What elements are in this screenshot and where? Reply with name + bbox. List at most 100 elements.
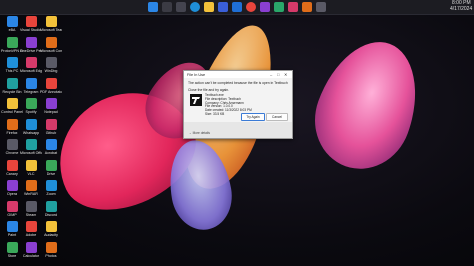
desktop-icon[interactable]: WinRAR: [20, 180, 42, 196]
desktop-icon-label: PDF Annotator: [40, 89, 62, 94]
desktop-icon[interactable]: Zoom: [40, 180, 62, 196]
desktop-icon[interactable]: Notepad: [40, 98, 62, 114]
app-icon: [25, 159, 37, 171]
app-icon[interactable]: [316, 2, 326, 12]
desktop-icon[interactable]: Microsoft Office: [20, 139, 42, 155]
desktop-icon[interactable]: Discord: [40, 200, 62, 217]
desktop-icon[interactable]: Steam: [20, 200, 42, 217]
desktop-icon-label: Microsoft Office: [20, 151, 42, 155]
app-icon[interactable]: [274, 2, 284, 12]
desktop-icon[interactable]: Github: [40, 118, 62, 135]
desktop-icon[interactable]: Whatsapp: [20, 118, 42, 135]
desktop-icon[interactable]: Telegram: [20, 77, 42, 94]
store-icon[interactable]: [218, 2, 228, 12]
app-icon: [45, 77, 57, 89]
desktop-icon[interactable]: Audacity: [40, 221, 62, 237]
desktop-icon-label: WinRAR: [24, 192, 38, 196]
dialog-footer: [184, 122, 292, 138]
app-icon: [45, 36, 57, 48]
app-icon: [45, 159, 57, 171]
chevron-down-icon: ⌄: [189, 131, 192, 135]
desktop-icon-label: VLC: [27, 171, 35, 176]
app-icon[interactable]: [260, 2, 270, 12]
dialog-message: The action can't be completed because th…: [188, 81, 288, 85]
app-icon: [45, 221, 57, 232]
desktop-icon-label: Microsoft Teams: [40, 28, 62, 32]
desktop-icon-label: Github: [45, 130, 57, 135]
windows-start-icon[interactable]: [148, 2, 158, 12]
app-icon: [6, 159, 18, 171]
more-details-toggle[interactable]: ⌄ More details: [189, 131, 210, 135]
app-icon: [6, 16, 18, 27]
desktop-icon-label: Drive: [46, 171, 56, 176]
desktop-icon[interactable]: Spotify: [20, 98, 42, 114]
desktop-icon-label: Audacity: [44, 233, 58, 237]
app-icon: [6, 36, 18, 48]
desktop-icon[interactable]: PDF Annotator: [40, 77, 62, 94]
desktop-icon[interactable]: Microsoft Teams: [40, 16, 62, 32]
desktop-icon[interactable]: VLC: [20, 159, 42, 176]
desktop-icon[interactable]: OneDrive Personal: [20, 36, 42, 53]
desktop-icon-label: Spotify: [25, 110, 37, 114]
desktop-icon-label: Telegram: [23, 89, 39, 94]
desktop-icon-label: Calculator: [22, 253, 40, 258]
desktop-icon[interactable]: Calculator: [20, 241, 42, 258]
app-icon: [6, 180, 18, 191]
app-icon: [25, 221, 37, 232]
cancel-button[interactable]: Cancel: [266, 113, 288, 121]
desktop-icon[interactable]: Visual Studio Code: [20, 16, 42, 32]
file-in-use-dialog: File In Use – □ ✕ The action can't be co…: [183, 70, 293, 139]
app-icon: [6, 241, 18, 253]
desktop-icon[interactable]: WinDbg: [40, 57, 62, 73]
desktop-icon[interactable]: Microsoft Community: [40, 36, 62, 53]
desktop-icon[interactable]: Photos: [40, 241, 62, 258]
mail-icon[interactable]: [232, 2, 242, 12]
desktop-icon[interactable]: Adobe: [20, 221, 42, 237]
try-again-button[interactable]: Try Again: [241, 113, 265, 121]
app-icon[interactable]: [302, 2, 312, 12]
desktop-icon-label: Notepad: [44, 110, 58, 114]
app-icon: [45, 180, 57, 191]
task-view-icon[interactable]: [176, 2, 186, 12]
desktop-icon-label: Visual Studio Code: [20, 28, 42, 32]
app-icon: [45, 98, 57, 109]
app-icon: [45, 200, 57, 212]
app-icon[interactable]: [288, 2, 298, 12]
dialog-titlebar[interactable]: File In Use – □ ✕: [184, 71, 292, 78]
app-icon: [25, 77, 37, 89]
taskbar: 8:00 PM 4/17/2024: [0, 0, 474, 15]
chrome-icon[interactable]: [246, 2, 256, 12]
close-icon[interactable]: ✕: [284, 72, 287, 77]
desktop-icon-label: Microsoft Edge: [20, 69, 42, 73]
app-icon: [6, 118, 18, 130]
app-icon: [45, 139, 57, 150]
app-icon: [25, 200, 37, 212]
app-icon: [6, 221, 18, 232]
minimize-icon[interactable]: –: [270, 72, 272, 77]
clock-date[interactable]: 4/17/2024: [450, 7, 472, 12]
search-icon[interactable]: [162, 2, 172, 12]
desktop-icon-label: Adobe: [25, 233, 37, 237]
desktop-icon-label: Photos: [45, 253, 57, 258]
desktop-icon[interactable]: Drive: [40, 159, 62, 176]
app-icon: [25, 16, 37, 27]
app-icon: [25, 180, 37, 191]
app-icon: [6, 77, 18, 89]
desktop-icon-label: Acrobat: [44, 151, 58, 155]
file-explorer-icon[interactable]: [204, 2, 214, 12]
dialog-instruction: Close the file and try again.: [188, 88, 230, 92]
maximize-icon[interactable]: □: [277, 72, 279, 77]
app-icon: [25, 118, 37, 130]
app-icon: [45, 118, 57, 130]
app-icon: [25, 139, 37, 150]
app-icon: [6, 57, 18, 68]
edge-icon[interactable]: [190, 2, 200, 12]
desktop-icon-label: Zoom: [46, 192, 56, 196]
app-icon: [25, 98, 37, 109]
more-details-label: More details: [192, 131, 210, 135]
desktop-icon[interactable]: Microsoft Edge: [20, 57, 42, 73]
desktop-icon[interactable]: Acrobat: [40, 139, 62, 155]
app-icon: [45, 241, 57, 253]
desktop-icon-label: OneDrive Personal: [20, 48, 42, 53]
desktop-icon-label: WinDbg: [44, 69, 58, 73]
